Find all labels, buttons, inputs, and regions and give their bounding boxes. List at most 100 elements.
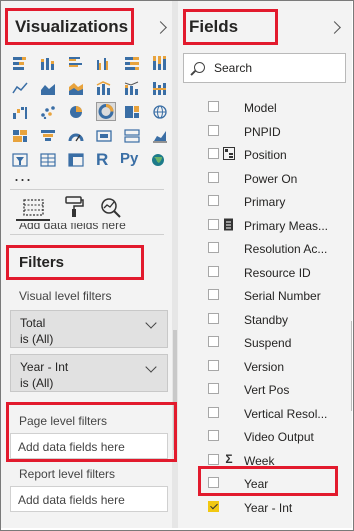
- area-chart-icon[interactable]: [40, 81, 56, 95]
- fields-scrollbar[interactable]: [351, 321, 352, 411]
- more-visuals-ellipsis[interactable]: ...: [14, 166, 32, 184]
- field-label: Year: [244, 477, 269, 491]
- multi-row-card-icon[interactable]: [124, 129, 140, 143]
- kpi-icon[interactable]: [152, 129, 168, 143]
- field-checkbox[interactable]: [208, 195, 219, 206]
- hierarchy-icon: [223, 147, 235, 160]
- field-label: Standby: [244, 312, 289, 327]
- field-item[interactable]: Position: [178, 143, 352, 166]
- field-checkbox[interactable]: [208, 289, 219, 300]
- field-checkbox[interactable]: [208, 218, 219, 230]
- funnel-icon[interactable]: [40, 129, 56, 143]
- ribbon-chart-icon[interactable]: [152, 81, 168, 95]
- field-label: Week: [244, 453, 275, 468]
- 100-stacked-bar-chart-icon[interactable]: [124, 56, 140, 70]
- field-checkbox[interactable]: [208, 430, 219, 441]
- field-item[interactable]: Σ Week: [178, 449, 352, 472]
- field-item[interactable]: Primary: [178, 190, 352, 213]
- chevron-down-icon[interactable]: [145, 361, 157, 373]
- field-checkbox[interactable]: [208, 500, 219, 512]
- line-and-stacked-column-chart-icon[interactable]: [124, 81, 140, 95]
- field-checkbox[interactable]: [208, 242, 219, 253]
- field-item[interactable]: Video Output: [178, 425, 352, 448]
- card-icon[interactable]: [96, 129, 112, 143]
- visualizations-title: Visualizations: [15, 17, 129, 36]
- fields-pane: Fields Model PNPID Position Power On Primary…: [178, 1, 352, 528]
- waterfall-chart-icon[interactable]: [12, 105, 28, 119]
- donut-chart-icon[interactable]: [96, 102, 116, 121]
- field-label: Model: [244, 101, 277, 115]
- field-checkbox[interactable]: [208, 312, 219, 324]
- clustered-bar-chart-icon[interactable]: [68, 56, 84, 70]
- visual-fields-drop-zone[interactable]: Add data fields here: [8, 223, 169, 233]
- matrix-icon[interactable]: [68, 153, 84, 167]
- field-item[interactable]: Resource ID: [178, 261, 352, 284]
- line-and-column-chart-icon[interactable]: [96, 81, 112, 95]
- visual-level-filters-label: Visual level filters: [19, 289, 112, 303]
- field-item[interactable]: Primary Meas...: [178, 214, 352, 237]
- table-icon[interactable]: [40, 153, 56, 167]
- filled-map-icon[interactable]: [12, 129, 28, 143]
- filters-divider: [10, 234, 164, 235]
- field-checkbox[interactable]: [208, 336, 219, 347]
- collapse-visualizations-chevron-icon[interactable]: [154, 21, 167, 34]
- visualizations-pane: Visualizations R Py ... Add data fields …: [1, 1, 172, 528]
- search-box[interactable]: [183, 53, 346, 83]
- field-label: Vertical Resol...: [244, 406, 328, 421]
- python-visual-icon[interactable]: Py: [120, 150, 142, 168]
- field-item[interactable]: Vertical Resol...: [178, 402, 352, 425]
- fields-title: Fields: [189, 17, 239, 36]
- report-level-drop-zone[interactable]: Add data fields here: [10, 486, 168, 512]
- field-checkbox[interactable]: [208, 406, 219, 418]
- field-item[interactable]: Model: [178, 96, 352, 119]
- map-icon[interactable]: [152, 105, 168, 119]
- field-label: Version: [244, 359, 285, 374]
- globe-map-icon[interactable]: [150, 153, 166, 167]
- search-input[interactable]: [214, 60, 334, 76]
- filter-card-total[interactable]: Total is (All): [10, 310, 168, 348]
- field-item[interactable]: PNPID: [178, 120, 352, 143]
- field-label: Primary: [244, 195, 286, 209]
- field-checkbox[interactable]: [208, 359, 219, 371]
- field-item[interactable]: Resolution Ac...: [178, 237, 352, 260]
- field-checkbox[interactable]: [208, 383, 219, 394]
- field-item[interactable]: Serial Number: [178, 284, 352, 307]
- field-item[interactable]: Vert Pos: [178, 378, 352, 401]
- field-item[interactable]: Power On: [178, 167, 352, 190]
- gauge-icon[interactable]: [68, 129, 84, 143]
- field-label: Video Output: [244, 430, 314, 444]
- 100-stacked-column-chart-icon[interactable]: [152, 56, 168, 70]
- stacked-column-chart-icon[interactable]: [40, 56, 56, 70]
- collapse-fields-chevron-icon[interactable]: [328, 21, 341, 34]
- field-item[interactable]: Version: [178, 355, 352, 378]
- scatter-chart-icon[interactable]: [40, 105, 56, 119]
- field-item[interactable]: Year: [178, 472, 352, 495]
- stacked-area-chart-icon[interactable]: [68, 81, 84, 95]
- chevron-down-icon[interactable]: [145, 317, 157, 329]
- field-checkbox[interactable]: [208, 453, 219, 465]
- field-item[interactable]: Year - Int: [178, 496, 352, 519]
- filter-card-year-int[interactable]: Year - Int is (All): [10, 354, 168, 392]
- field-item[interactable]: Suspend: [178, 331, 352, 354]
- treemap-icon[interactable]: [124, 105, 140, 119]
- field-label: Resource ID: [244, 265, 311, 280]
- field-item[interactable]: Standby: [178, 308, 352, 331]
- page-level-drop-zone[interactable]: Add data fields here: [10, 433, 168, 459]
- fields-tab-underline: [16, 219, 50, 221]
- filters-scrollbar[interactable]: [173, 330, 177, 450]
- fields-well-icon[interactable]: [22, 197, 46, 221]
- clustered-column-chart-icon[interactable]: [96, 56, 112, 70]
- format-paint-roller-icon[interactable]: [62, 195, 86, 219]
- r-script-visual-icon[interactable]: R: [96, 150, 114, 169]
- field-checkbox[interactable]: [208, 124, 219, 136]
- field-checkbox[interactable]: [208, 477, 219, 488]
- pie-chart-icon[interactable]: [68, 105, 84, 119]
- field-checkbox[interactable]: [208, 148, 219, 159]
- stacked-bar-chart-icon[interactable]: [12, 56, 28, 70]
- line-chart-icon[interactable]: [12, 81, 28, 95]
- field-checkbox[interactable]: [208, 265, 219, 277]
- sigma-icon: Σ: [225, 451, 233, 466]
- analytics-magnifier-icon[interactable]: [99, 196, 123, 220]
- field-checkbox[interactable]: [208, 101, 219, 112]
- field-checkbox[interactable]: [208, 171, 219, 183]
